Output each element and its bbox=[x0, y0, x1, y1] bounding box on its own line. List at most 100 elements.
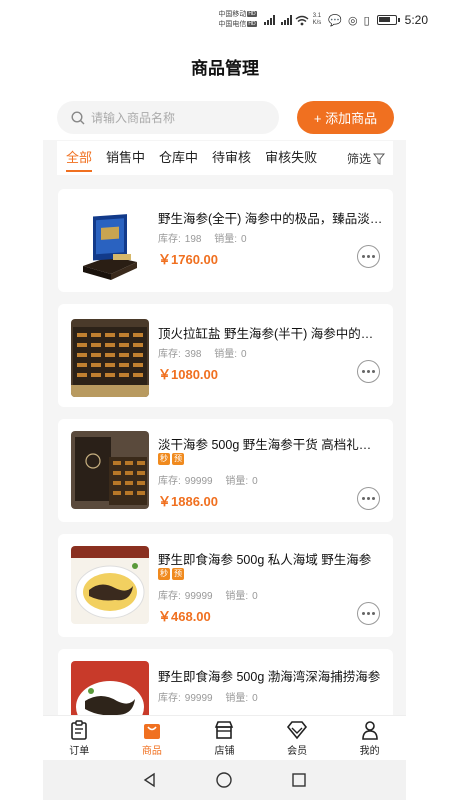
product-card[interactable]: 野生即食海参 500g 渤海湾深海捕捞海参 库存: 99999 销量: 0 bbox=[58, 649, 393, 715]
search-input[interactable] bbox=[91, 110, 261, 125]
filter-label: 筛选 bbox=[346, 152, 371, 166]
stock-value: 99999 bbox=[184, 591, 213, 602]
tabbar-store[interactable]: 店铺 bbox=[188, 716, 261, 760]
tab-pending-review[interactable]: 待审核 bbox=[212, 147, 251, 169]
stock-value: 398 bbox=[184, 349, 202, 360]
storefront-icon bbox=[215, 720, 234, 739]
stock-value: 99999 bbox=[184, 476, 213, 487]
sales-label: 销量: bbox=[225, 476, 249, 487]
home-icon[interactable] bbox=[215, 771, 233, 789]
system-navigation-bar bbox=[43, 760, 406, 800]
stock-label: 库存: bbox=[158, 693, 181, 704]
product-stock-row: 库存: 198 销量: 0 bbox=[158, 230, 257, 245]
tabbar-label: 店铺 bbox=[214, 745, 235, 757]
tabbar-label: 我的 bbox=[359, 745, 380, 757]
diamond-icon bbox=[287, 720, 308, 739]
signal-icon bbox=[263, 15, 275, 25]
tab-in-warehouse[interactable]: 仓库中 bbox=[159, 147, 198, 169]
search-box[interactable] bbox=[57, 101, 279, 134]
tabbar-me[interactable]: 我的 bbox=[333, 716, 406, 760]
sales-label: 销量: bbox=[225, 693, 249, 704]
flash-sale-tag: 秒 bbox=[158, 453, 170, 465]
product-image bbox=[71, 431, 149, 509]
sales-value: 0 bbox=[252, 591, 258, 602]
product-title: 顶火拉缸盐 野生海参(半干) 海参中的精品 bbox=[158, 327, 383, 341]
wifi-icon bbox=[295, 15, 309, 25]
sales-value: 0 bbox=[241, 234, 247, 245]
presale-tag: 预 bbox=[172, 453, 184, 465]
battery-icon bbox=[376, 15, 400, 25]
product-card[interactable]: 野生即食海参 500g 私人海域 野生海参 秒预 库存: 99999 销量: 0 ￥… bbox=[58, 534, 393, 637]
product-title: 淡干海参 500g 野生海参干货 高档礼盒装 bbox=[158, 438, 383, 452]
stock-label: 库存: bbox=[158, 476, 181, 487]
flash-sale-tag: 秒 bbox=[158, 568, 170, 580]
signal-icon bbox=[280, 15, 292, 25]
product-stock-row: 库存: 398 销量: 0 bbox=[158, 345, 257, 360]
product-price: ￥468.00 bbox=[158, 609, 211, 624]
sales-value: 0 bbox=[252, 693, 258, 704]
more-options-button[interactable] bbox=[357, 245, 380, 268]
product-image bbox=[71, 546, 149, 624]
product-card[interactable]: 顶火拉缸盐 野生海参(半干) 海参中的精品 库存: 398 销量: 0 ￥1080.… bbox=[58, 304, 393, 407]
vibrate-icon: ▯ bbox=[363, 14, 370, 27]
page-title: 商品管理 bbox=[191, 59, 259, 78]
tabbar-label: 会员 bbox=[287, 745, 308, 757]
add-product-button[interactable]: + 添加商品 bbox=[297, 101, 394, 134]
product-tags: 秒预 bbox=[158, 453, 184, 465]
sales-value: 0 bbox=[252, 476, 258, 487]
clock: 5:20 bbox=[404, 13, 428, 27]
sales-label: 销量: bbox=[225, 591, 249, 602]
tabbar-orders[interactable]: 订单 bbox=[43, 716, 116, 760]
product-price: ￥1080.00 bbox=[158, 367, 218, 382]
message-icon: 💬 bbox=[328, 14, 342, 27]
stock-label: 库存: bbox=[158, 349, 181, 360]
funnel-icon bbox=[373, 153, 385, 165]
product-title: 野生即食海参 500g 私人海域 野生海参 bbox=[158, 553, 372, 567]
presale-tag: 预 bbox=[172, 568, 184, 580]
person-icon bbox=[361, 720, 378, 740]
product-title: 野生即食海参 500g 渤海湾深海捕捞海参 bbox=[158, 670, 381, 684]
product-price: ￥1886.00 bbox=[158, 494, 218, 509]
more-options-button[interactable] bbox=[357, 602, 380, 625]
shopping-bag-icon bbox=[143, 723, 160, 739]
recent-apps-icon[interactable] bbox=[291, 772, 307, 788]
back-icon[interactable] bbox=[142, 772, 158, 788]
carrier-1: 中国移动 bbox=[218, 11, 247, 18]
carrier-2: 中国电信 bbox=[218, 21, 247, 28]
product-image bbox=[71, 661, 149, 715]
filter-bar: 全部 销售中 仓库中 待审核 审核失败 筛选 bbox=[57, 141, 393, 175]
tabbar-members[interactable]: 会员 bbox=[261, 716, 334, 760]
product-price: ￥1760.00 bbox=[158, 252, 218, 267]
product-card[interactable]: 野生海参(全干) 海参中的极品，臻品淡干海参 库存: 198 销量: 0 ￥1760… bbox=[58, 189, 393, 292]
more-options-button[interactable] bbox=[357, 360, 380, 383]
product-image bbox=[71, 204, 149, 282]
clipboard-icon bbox=[71, 719, 88, 740]
stock-label: 库存: bbox=[158, 591, 181, 602]
tab-on-sale[interactable]: 销售中 bbox=[106, 147, 145, 169]
notification-icon: ◎ bbox=[347, 14, 358, 27]
tab-all[interactable]: 全部 bbox=[66, 147, 93, 172]
tabbar-products[interactable]: 商品 bbox=[116, 716, 189, 760]
product-title: 野生海参(全干) 海参中的极品，臻品淡干海参 bbox=[158, 212, 383, 226]
product-card[interactable]: 淡干海参 500g 野生海参干货 高档礼盒装 秒预 库存: 99999 销量: 0 … bbox=[58, 419, 393, 522]
filter-button[interactable]: 筛选 bbox=[347, 150, 385, 167]
product-stock-row: 库存: 99999 销量: 0 bbox=[158, 689, 268, 704]
carrier-labels: 中国移动 HD 中国电信 HD bbox=[218, 11, 257, 28]
battery-fill bbox=[378, 17, 390, 22]
tabbar-label: 商品 bbox=[141, 745, 162, 757]
net-speed: 3.1 K/s bbox=[312, 13, 322, 26]
stock-value: 198 bbox=[184, 234, 202, 245]
sales-value: 0 bbox=[241, 349, 247, 360]
search-icon bbox=[71, 110, 85, 124]
status-bar: 中国移动 HD 中国电信 HD 3.1 K/s 💬 ◎ ▯ 5:20 bbox=[0, 0, 450, 40]
tab-review-failed[interactable]: 审核失败 bbox=[265, 147, 317, 169]
product-stock-row: 库存: 99999 销量: 0 bbox=[158, 587, 268, 602]
bottom-tab-bar: 订单 商品 店铺 会员 我的 bbox=[43, 715, 406, 760]
sales-label: 销量: bbox=[214, 234, 238, 245]
stock-value: 99999 bbox=[184, 693, 213, 704]
stock-label: 库存: bbox=[158, 234, 181, 245]
more-options-button[interactable] bbox=[357, 487, 380, 510]
tabbar-label: 订单 bbox=[69, 745, 90, 757]
product-image bbox=[71, 319, 149, 397]
product-stock-row: 库存: 99999 销量: 0 bbox=[158, 472, 268, 487]
